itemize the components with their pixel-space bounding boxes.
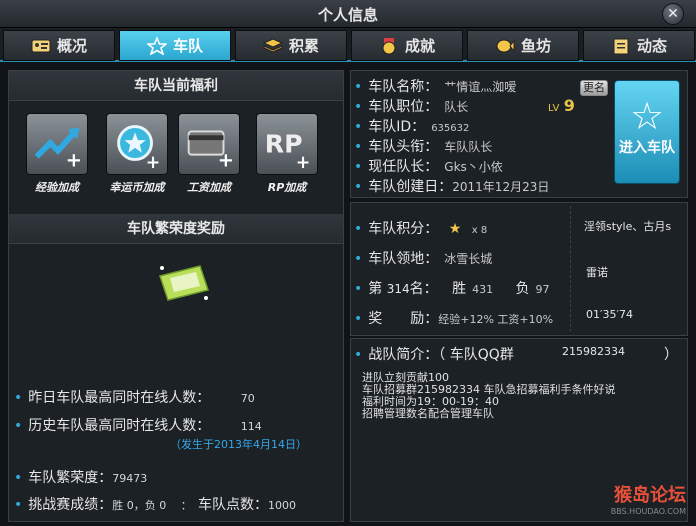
window-title: 个人信息 xyxy=(317,6,378,24)
prosperity-value: • 车队繁荣度：79473 xyxy=(14,470,148,486)
join-team-button[interactable]: ☆ 进入车队 xyxy=(614,80,680,184)
benefit-label: RP加成 xyxy=(267,181,307,194)
divider xyxy=(570,206,571,332)
tab-activity[interactable]: 动态 xyxy=(583,30,695,61)
coin-plus-icon: + xyxy=(106,113,168,175)
yesterday-online-value: 70 xyxy=(240,392,255,405)
intro-label: • 战队简介：（ 车队QQ群 xyxy=(354,347,514,363)
ticket-icon xyxy=(159,265,209,301)
team-points: 车队点数：1000 xyxy=(198,497,296,513)
benefit-label: 经验加成 xyxy=(35,181,79,194)
team-points-row: • 车队积分： ★ x 8 xyxy=(354,221,488,237)
side-info-1: 淫领style、古月s xyxy=(584,220,672,233)
intro-close-paren: ） xyxy=(664,347,678,363)
benefits-title: 车队当前福利 xyxy=(9,71,343,101)
exp-up-icon: + xyxy=(26,113,88,175)
watermark-url: BBS.HOUDAO.COM xyxy=(610,507,686,516)
svg-text:+: + xyxy=(218,148,234,171)
team-rank-title: • 车队头衔： 车队队长 xyxy=(354,139,493,155)
join-team-label: 进入车队 xyxy=(619,140,675,156)
tab-accumulate[interactable]: 积累 xyxy=(235,30,347,61)
tab-bar: 概况 车队 积累 成就 鱼坊 动态 xyxy=(0,28,696,62)
tab-label: 成就 xyxy=(404,37,435,55)
rp-plus-icon: RP + xyxy=(256,113,318,175)
team-level: LV 9 xyxy=(548,96,575,115)
id-card-icon xyxy=(31,39,51,52)
benefit-coin[interactable]: + 幸运币加成 xyxy=(106,113,168,195)
territory-row: • 车队领地： 冰雪长城 xyxy=(354,251,493,267)
notepad-icon xyxy=(613,38,629,54)
benefit-label: 工资加成 xyxy=(187,181,231,194)
benefit-rp[interactable]: RP + RP加成 xyxy=(256,113,318,195)
rank-row: • 第 314名： 胜 431 负 97 xyxy=(354,281,550,297)
team-created: • 车队创建日：2011年12月23日 xyxy=(354,179,550,195)
title-bar: 个人信息 ✕ xyxy=(0,0,696,28)
tab-achievement[interactable]: 成就 xyxy=(351,30,463,61)
svg-text:+: + xyxy=(296,153,311,173)
history-online-value: 114 xyxy=(240,420,262,433)
watermark-logo: 猴岛论坛 xyxy=(614,485,686,506)
tab-label: 积累 xyxy=(288,37,319,55)
medal-icon xyxy=(382,37,396,54)
svg-text:+: + xyxy=(146,153,161,173)
team-name: • 车队名称： 艹情谊灬洳嗳 xyxy=(354,79,517,95)
card-plus-icon: + xyxy=(178,113,240,175)
benefit-exp[interactable]: + 经验加成 xyxy=(26,113,88,195)
team-position: • 车队职位： 队长 xyxy=(354,99,469,115)
tab-label: 鱼坊 xyxy=(520,37,551,55)
yesterday-online: • 昨日车队最高同时在线人数： 70 xyxy=(14,390,255,406)
benefit-label: 幸运币加成 xyxy=(109,181,165,194)
history-date: （发生于2013年4月14日） xyxy=(170,438,307,451)
stack-icon xyxy=(262,37,283,53)
rename-button[interactable]: 更名 xyxy=(580,80,608,96)
challenge-result: • 挑战赛成绩：胜 0，负 0 ： xyxy=(14,497,192,513)
tab-fish[interactable]: 鱼坊 xyxy=(467,30,579,61)
star-icon: ☆ xyxy=(629,94,665,138)
tab-label: 概况 xyxy=(56,37,87,55)
close-icon[interactable]: ✕ xyxy=(662,3,684,25)
tab-label: 动态 xyxy=(636,37,667,55)
star-icon xyxy=(146,36,167,55)
tab-label: 车队 xyxy=(172,37,203,55)
history-online: • 历史车队最高同时在线人数： 114 xyxy=(14,418,262,434)
prosperity-title: 车队繁荣度奖励 xyxy=(9,214,343,244)
intro-qq: 215982334 xyxy=(562,345,625,358)
svg-text:+: + xyxy=(66,148,82,171)
side-info-2: 雷诺 xyxy=(586,266,608,279)
side-info-3: 01′35′74 xyxy=(586,308,633,321)
fish-icon xyxy=(496,39,515,52)
intro-text: 进队立刻贡献100 车队招募群215982334 车队急招募福利手条件好说 福利… xyxy=(362,371,616,420)
reward-row: • 奖 励：经验+12% 工资+10% xyxy=(354,311,554,327)
watermark: 猴岛论坛 BBS.HOUDAO.COM xyxy=(611,481,686,516)
tab-overview[interactable]: 概况 xyxy=(3,30,115,61)
team-leader: • 现任队长： Gks丶小依 xyxy=(354,159,503,175)
tab-team[interactable]: 车队 xyxy=(119,30,231,61)
team-id: • 车队ID： 635632 xyxy=(354,119,470,135)
benefit-salary[interactable]: + 工资加成 xyxy=(178,113,240,195)
star-icon: ★ xyxy=(448,221,462,237)
